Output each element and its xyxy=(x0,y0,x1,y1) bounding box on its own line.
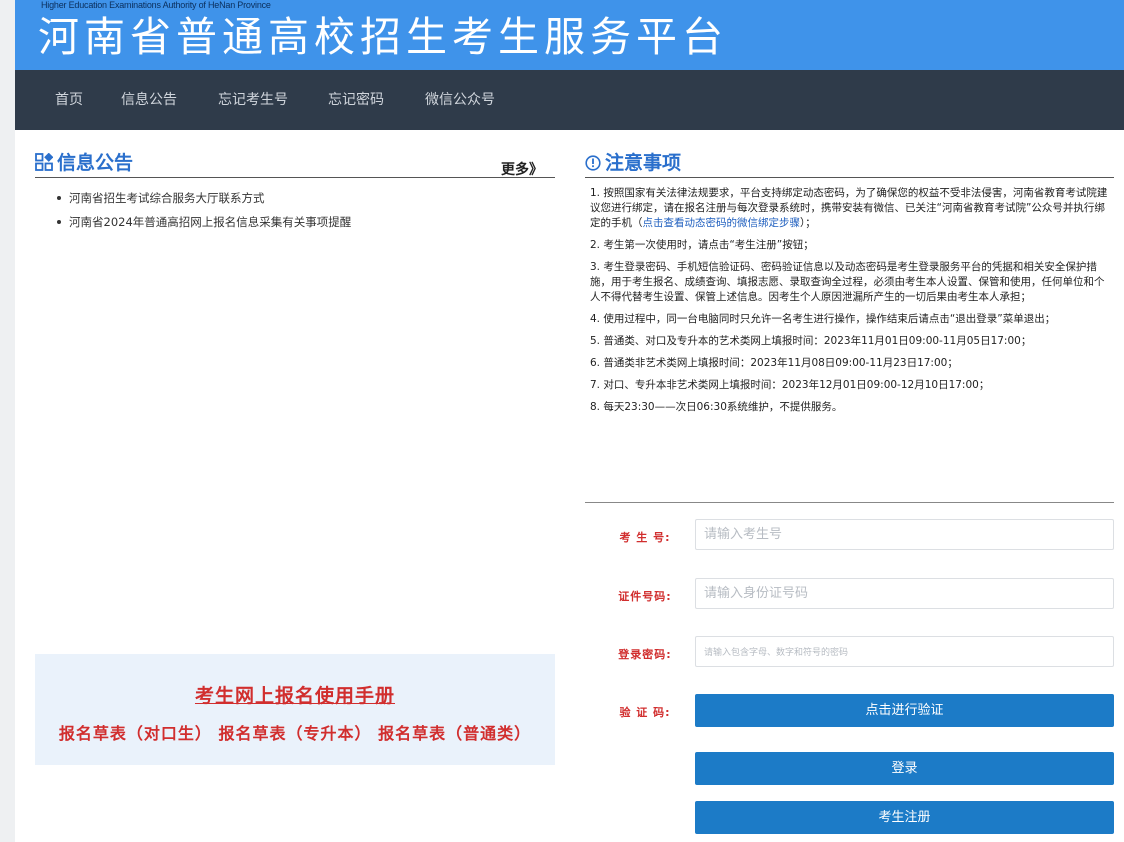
announcement-item[interactable]: 河南省2024年普通高招网上报名信息采集有关事项提醒 xyxy=(55,210,555,234)
register-button[interactable]: 考生注册 xyxy=(695,801,1114,834)
verify-button[interactable]: 点击进行验证 xyxy=(695,694,1114,727)
info-icon xyxy=(585,155,601,171)
notes-bottom-divider xyxy=(585,502,1114,503)
manual-link[interactable]: 考生网上报名使用手册 xyxy=(35,681,555,708)
login-button[interactable]: 登录 xyxy=(695,752,1114,785)
announcements-divider xyxy=(35,177,555,178)
header-banner: Higher Education Examinations Authority … xyxy=(15,0,1124,70)
announcements-title: 信息公告 xyxy=(57,152,134,174)
nav-item-wechat[interactable]: 微信公众号 xyxy=(425,70,495,130)
nav-item-forgot-exam-number[interactable]: 忘记考生号 xyxy=(218,70,288,130)
id-number-input[interactable] xyxy=(695,578,1114,609)
password-input[interactable] xyxy=(695,636,1114,667)
wechat-binding-steps-link[interactable]: 点击查看动态密码的微信绑定步骤 xyxy=(643,217,801,229)
note-item: 1. 按照国家有关法律法规要求，平台支持绑定动态密码，为了确保您的权益不受非法侵… xyxy=(590,187,1108,229)
notes-list: 1. 按照国家有关法律法规要求，平台支持绑定动态密码，为了确保您的权益不受非法侵… xyxy=(590,186,1110,422)
password-label: 登录密码: xyxy=(618,648,672,661)
nav-item-home[interactable]: 首页 xyxy=(55,70,83,130)
note-item: 4. 使用过程中，同一台电脑同时只允许一名考生进行操作，操作结束后请点击“退出登… xyxy=(590,313,1056,325)
more-link[interactable]: 更多》 xyxy=(501,159,543,179)
page: Higher Education Examinations Authority … xyxy=(15,0,1124,842)
announcement-item[interactable]: 河南省招生考试综合服务大厅联系方式 xyxy=(55,186,555,210)
draft-form-general-link[interactable]: 报名草表（普通类） xyxy=(378,724,531,743)
exam-number-input[interactable] xyxy=(695,519,1114,550)
note-item: 6. 普通类非艺术类网上填报时间：2023年11月08日09:00-11月23日… xyxy=(590,357,958,369)
nav-item-forgot-password[interactable]: 忘记密码 xyxy=(328,70,384,130)
note-item: 2. 考生第一次使用时，请点击“考生注册”按钮； xyxy=(590,239,814,251)
note-item: 3. 考生登录密码、手机短信验证码、密码验证信息以及动态密码是考生登录服务平台的… xyxy=(590,261,1105,303)
note-item: 8. 每天23:30——次日06:30系统维护，不提供服务。 xyxy=(590,401,843,413)
draft-form-upgrade-link[interactable]: 报名草表（专升本） xyxy=(218,724,371,743)
draft-form-vocational-link[interactable]: 报名草表（对口生） xyxy=(59,724,212,743)
notes-top-divider xyxy=(585,177,1114,178)
exam-number-label: 考 生 号: xyxy=(619,531,671,544)
announcements-heading: 信息公告 xyxy=(35,150,133,176)
header-subtitle: Higher Education Examinations Authority … xyxy=(41,0,271,10)
note-item: 5. 普通类、对口及专升本的艺术类网上填报时间：2023年11月01日09:00… xyxy=(590,335,1032,347)
note-item: 7. 对口、专升本非艺术类网上填报时间：2023年12月01日09:00-12月… xyxy=(590,379,990,391)
site-title: 河南省普通高校招生考生服务平台 xyxy=(38,13,728,61)
manual-panel: 考生网上报名使用手册 报名草表（对口生） 报名草表（专升本） 报名草表（普通类） xyxy=(35,654,555,765)
notes-title: 注意事项 xyxy=(605,152,682,174)
grid-icon xyxy=(35,152,54,171)
announcement-list: 河南省招生考试综合服务大厅联系方式 河南省2024年普通高招网上报名信息采集有关… xyxy=(55,186,555,234)
captcha-label: 验 证 码: xyxy=(619,706,671,719)
draft-form-links: 报名草表（对口生） 报名草表（专升本） 报名草表（普通类） xyxy=(35,720,555,744)
nav-item-announcements[interactable]: 信息公告 xyxy=(121,70,177,130)
id-number-label: 证件号码: xyxy=(618,590,672,603)
notes-heading: 注意事项 xyxy=(585,150,681,176)
main-nav: 首页 信息公告 忘记考生号 忘记密码 微信公众号 xyxy=(15,70,1124,130)
